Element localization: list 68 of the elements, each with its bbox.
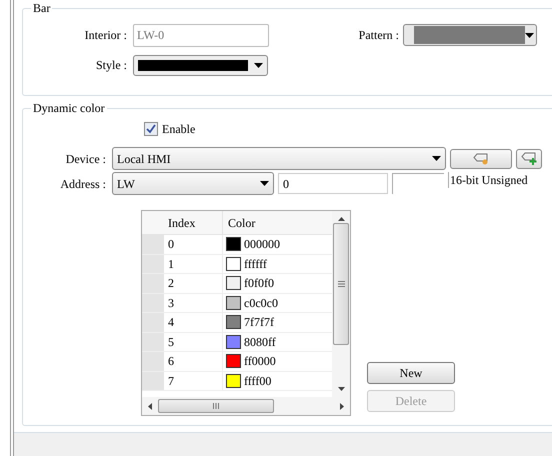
table-row[interactable]: 4 7f7f7f [142,313,332,332]
color-value-cell-text: c0c0c0 [244,294,278,312]
horizontal-scrollbar[interactable] [142,397,350,415]
interior-field[interactable]: LW-0 [133,24,269,46]
field-label: Style : [94,57,128,74]
tag-add-icon [521,152,537,165]
field-label: Interior : [84,27,128,44]
table-row[interactable]: 2 f0f0f0 [142,274,332,294]
scrollbar-thumb[interactable] [333,223,349,345]
scrollbar-thumb[interactable] [158,399,274,413]
action-button[interactable]: New [367,362,455,384]
table-row[interactable]: 7 ffff00 [142,372,332,391]
color-value-cell-text: f0f0f0 [244,275,274,292]
enable-checkbox[interactable] [144,122,158,136]
tag-add-button[interactable] [516,148,542,168]
address-extra-field[interactable] [392,173,444,194]
tag-settings-button[interactable] [450,148,512,168]
column-header[interactable]: Index [164,211,223,234]
dropdown-arrow-icon [260,181,269,186]
dropdown-arrow-icon [525,32,534,38]
table-row[interactable]: 3 c0c0c0 [142,294,332,313]
table-row[interactable]: 5 8080ff [142,332,332,352]
scroll-up-icon [338,217,344,221]
column-header[interactable]: Color [223,211,332,234]
grip-icon [338,281,344,287]
index-cell: 7 [164,372,223,390]
table-row[interactable]: 6 ff0000 [142,352,332,372]
field-label: Device : [64,150,107,168]
checkmark-icon [146,124,156,134]
pattern-dropdown[interactable] [403,24,537,46]
address-type-dropdown[interactable]: LW [112,172,274,195]
row-header [142,254,164,273]
index-cell: 2 [164,274,223,292]
index-cell: 0 [164,235,223,254]
row-header [142,294,164,312]
checkbox-label: Enable [162,121,196,138]
row-header [142,274,164,292]
scroll-left-icon [148,402,152,410]
table-row[interactable]: 0 000000 [142,235,332,254]
field-label: Pattern : [358,27,400,44]
color-value-cell-text: 8080ff [244,334,276,351]
row-header [142,352,164,370]
dropdown-arrow-icon [254,62,263,68]
index-cell: 5 [164,332,223,351]
dropdown-arrow-icon [432,156,441,161]
index-cell: 4 [164,313,223,332]
color-value-cell-text: ffff00 [244,372,272,390]
row-header [142,313,164,332]
scroll-down-icon [338,387,344,391]
data-format-text: 16-bit Unsigned [448,172,528,188]
row-header [142,332,164,351]
scroll-right-icon [340,402,344,410]
index-cell: 3 [164,294,223,312]
field-label: Address : [59,176,107,192]
color-value-cell-text: ffffff [244,256,267,273]
address-field[interactable]: 0 [278,173,388,194]
index-cell: 1 [164,254,223,273]
device-dropdown[interactable]: Local HMI [112,147,446,170]
color-value-cell-text: ff0000 [244,353,276,370]
style-dropdown[interactable] [133,54,268,76]
color-value-cell-text: 000000 [244,236,280,254]
index-cell: 6 [164,352,223,370]
tag-gear-icon [473,152,489,164]
grip-icon [213,403,219,409]
table-row[interactable]: 1 ffffff [142,254,332,274]
vertical-scrollbar[interactable] [332,211,350,397]
row-header [142,372,164,390]
color-value-cell-text: 7f7f7f [244,314,274,332]
